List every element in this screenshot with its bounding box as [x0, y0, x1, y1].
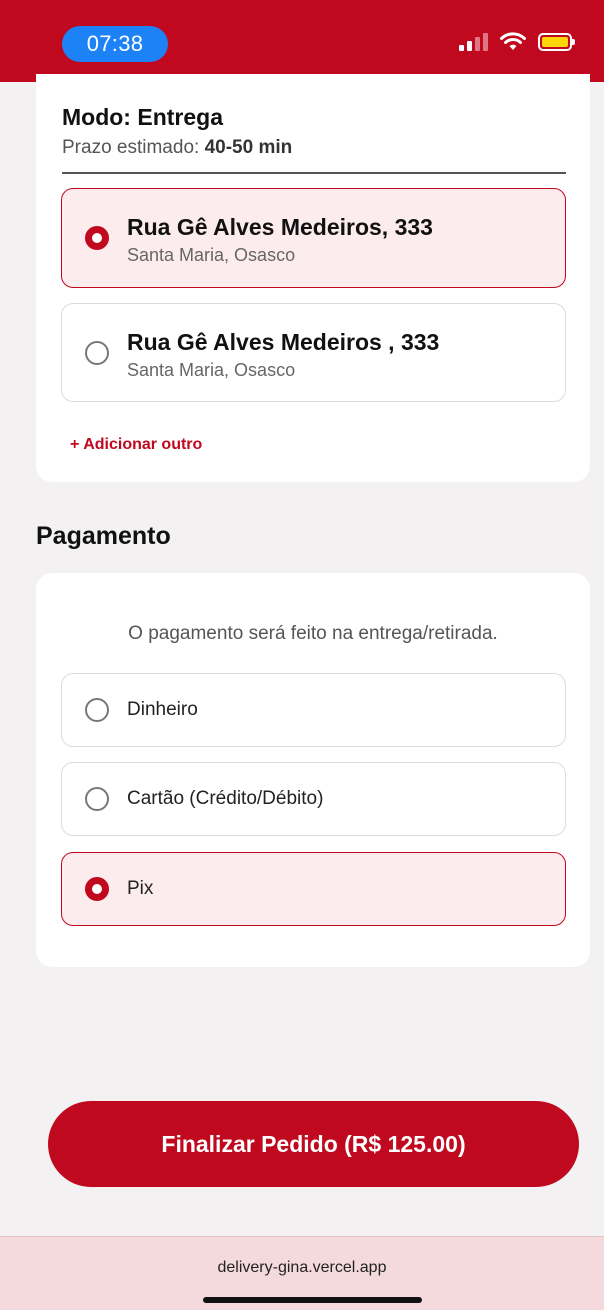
radio-unselected-icon[interactable] [85, 787, 109, 811]
battery-icon [538, 33, 575, 51]
address-option-1[interactable]: Rua Gê Alves Medeiros, 333 Santa Maria, … [61, 188, 566, 288]
payment-card: O pagamento será feito na entrega/retira… [36, 573, 590, 967]
status-time: 07:38 [62, 26, 168, 62]
radio-selected-icon[interactable] [85, 226, 109, 250]
payment-section-title: Pagamento [36, 522, 171, 550]
payment-option-cash[interactable]: Dinheiro [61, 673, 566, 747]
status-bar: 07:38 [0, 0, 604, 82]
delivery-card: Modo: Entrega Prazo estimado: 40-50 min … [36, 74, 590, 482]
finalize-order-button[interactable]: Finalizar Pedido (R$ 125.00) [48, 1101, 579, 1187]
payment-option-pix[interactable]: Pix [61, 852, 566, 926]
home-indicator[interactable] [203, 1297, 422, 1303]
delivery-mode-title: Modo: Entrega [62, 104, 223, 130]
delivery-estimate: Prazo estimado: 40-50 min [62, 137, 292, 159]
estimate-value: 40-50 min [204, 137, 293, 158]
payment-option-label: Pix [127, 878, 154, 899]
divider [62, 172, 566, 174]
address-city: Santa Maria, Osasco [127, 245, 296, 265]
payment-option-label: Cartão (Crédito/Débito) [127, 788, 324, 809]
payment-option-card[interactable]: Cartão (Crédito/Débito) [61, 762, 566, 836]
wifi-icon [500, 32, 526, 50]
status-icons [459, 32, 575, 52]
add-address-link[interactable]: + Adicionar outro [70, 436, 202, 454]
radio-unselected-icon[interactable] [85, 341, 109, 365]
address-street: Rua Gê Alves Medeiros, 333 [127, 214, 433, 240]
address-option-2[interactable]: Rua Gê Alves Medeiros , 333 Santa Maria,… [61, 303, 566, 402]
payment-info: O pagamento será feito na entrega/retira… [128, 623, 498, 644]
address-city: Santa Maria, Osasco [127, 360, 296, 380]
cellular-signal-icon [459, 33, 488, 51]
radio-unselected-icon[interactable] [85, 698, 109, 722]
payment-option-label: Dinheiro [127, 699, 198, 720]
radio-selected-icon[interactable] [85, 877, 109, 901]
browser-url[interactable]: delivery-gina.vercel.app [0, 1259, 604, 1277]
address-street: Rua Gê Alves Medeiros , 333 [127, 329, 440, 355]
estimate-label: Prazo estimado: [62, 137, 200, 158]
